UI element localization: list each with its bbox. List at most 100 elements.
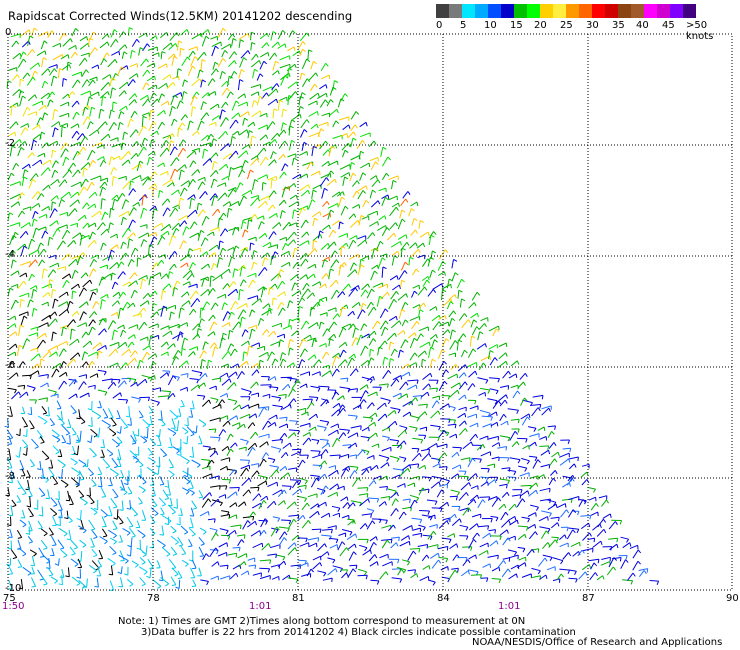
wind-barb bbox=[281, 109, 284, 118]
wind-barb bbox=[127, 377, 136, 380]
wind-barb bbox=[272, 404, 283, 408]
wind-barb bbox=[366, 288, 373, 299]
wind-barb-flag bbox=[547, 445, 550, 450]
wind-barb bbox=[10, 259, 14, 269]
wind-barb-flag bbox=[306, 282, 310, 287]
wind-barb bbox=[58, 527, 68, 535]
wind-barb bbox=[321, 224, 330, 231]
wind-barb-flag bbox=[266, 495, 269, 501]
wind-barb bbox=[188, 308, 194, 316]
wind-barb bbox=[29, 370, 39, 377]
wind-barb bbox=[301, 502, 308, 511]
wind-barb bbox=[40, 167, 49, 176]
wind-barb bbox=[170, 497, 173, 506]
wind-barb-flag bbox=[39, 578, 44, 581]
wind-barb-flag bbox=[215, 45, 219, 49]
wind-barb bbox=[109, 341, 119, 347]
wind-barb bbox=[61, 434, 67, 443]
wind-barb-flag bbox=[446, 480, 450, 485]
wind-barb-flag bbox=[365, 390, 369, 394]
wind-barb bbox=[52, 298, 56, 309]
wind-barb-flag bbox=[257, 463, 260, 468]
wind-barb bbox=[298, 338, 304, 349]
wind-barb bbox=[270, 446, 282, 450]
wind-barb bbox=[68, 258, 77, 267]
wind-barb bbox=[348, 213, 355, 220]
wind-barb bbox=[352, 180, 358, 187]
wind-barb bbox=[507, 476, 517, 478]
wind-barb bbox=[311, 211, 321, 218]
wind-barb bbox=[188, 538, 193, 547]
wind-barb-flag bbox=[202, 395, 206, 400]
wind-barb-flag bbox=[458, 506, 461, 511]
wind-barb-flag bbox=[568, 458, 571, 463]
wind-barb bbox=[211, 45, 216, 57]
wind-barb-flag bbox=[346, 496, 349, 501]
wind-barb bbox=[209, 475, 220, 479]
wind-barb-flag bbox=[138, 398, 142, 403]
wind-barb bbox=[456, 339, 459, 351]
wind-barb bbox=[127, 259, 132, 267]
wind-barb-flag bbox=[221, 399, 226, 404]
wind-barb-flag bbox=[112, 101, 117, 104]
wind-barb-flag bbox=[368, 163, 371, 168]
wind-barb bbox=[156, 259, 162, 267]
wind-barb-flag bbox=[235, 371, 238, 376]
wind-barb bbox=[519, 372, 526, 380]
wind-barb-flag bbox=[437, 437, 440, 442]
wind-barb bbox=[292, 173, 301, 180]
wind-barb-flag bbox=[100, 446, 105, 449]
wind-barb bbox=[307, 493, 318, 498]
wind-barb-flag bbox=[149, 254, 152, 259]
wind-barb bbox=[121, 51, 125, 60]
wind-barb bbox=[318, 385, 330, 388]
wind-barb bbox=[157, 539, 166, 546]
wind-barb bbox=[449, 433, 457, 438]
wind-barb bbox=[60, 410, 63, 421]
wind-barb-flag bbox=[294, 547, 298, 552]
wind-barb bbox=[78, 459, 87, 466]
wind-barb-flag bbox=[15, 299, 19, 304]
wind-barb-flag bbox=[452, 407, 456, 412]
wind-barb bbox=[31, 218, 35, 227]
wind-barb bbox=[91, 548, 98, 556]
wind-barb bbox=[210, 436, 221, 439]
wind-barb-flag bbox=[98, 91, 100, 97]
wind-barb-flag bbox=[170, 474, 175, 478]
wind-barb-flag bbox=[593, 538, 596, 543]
wind-barb-flag bbox=[457, 390, 460, 395]
wind-barb bbox=[107, 59, 116, 68]
wind-barb-flag bbox=[274, 283, 278, 288]
wind-barb-flag bbox=[207, 511, 210, 516]
wind-barb-flag bbox=[382, 266, 387, 270]
wind-barb bbox=[18, 547, 27, 555]
wind-barb-flag bbox=[274, 422, 277, 427]
wind-barb-flag bbox=[163, 110, 166, 115]
wind-barb-flag bbox=[464, 381, 468, 386]
wind-barb bbox=[169, 106, 173, 117]
wind-barb-flag bbox=[432, 269, 436, 273]
wind-barb bbox=[47, 345, 58, 352]
wind-barb bbox=[16, 530, 23, 538]
wind-barb bbox=[308, 199, 313, 210]
wind-barb-flag bbox=[289, 125, 294, 129]
wind-barb-flag bbox=[173, 343, 176, 348]
wind-barb bbox=[117, 308, 121, 319]
wind-barb-flag bbox=[234, 400, 238, 405]
wind-barb bbox=[180, 455, 190, 462]
wind-barb bbox=[302, 431, 311, 437]
wind-barb-flag bbox=[494, 529, 496, 534]
wind-barb bbox=[382, 370, 389, 379]
wind-barb bbox=[250, 32, 252, 41]
wind-barb bbox=[390, 348, 396, 356]
wind-barb-flag bbox=[142, 278, 147, 282]
wind-barb bbox=[458, 475, 469, 478]
wind-barb bbox=[489, 357, 496, 366]
wind-barb bbox=[131, 396, 141, 400]
wind-barb-flag bbox=[66, 538, 71, 541]
wind-barb bbox=[231, 422, 240, 427]
wind-barb bbox=[342, 502, 349, 509]
wind-barb-flag bbox=[159, 190, 164, 193]
wind-barb bbox=[89, 291, 94, 301]
wind-barb-flag bbox=[62, 326, 67, 330]
